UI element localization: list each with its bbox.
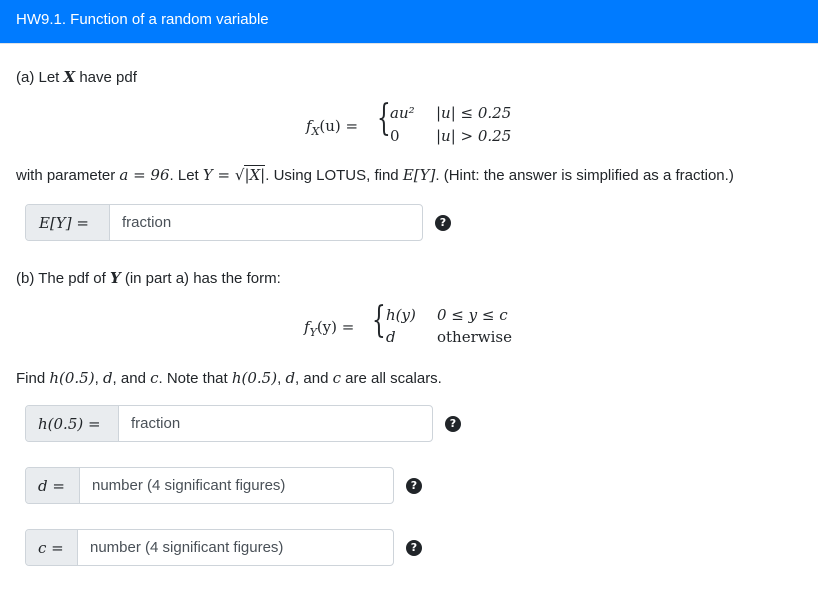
part-b-sentence-m4: h(0.5): [231, 369, 278, 387]
answer-d-label: d =: [26, 468, 80, 503]
question-title: HW9.1. Function of a random variable: [16, 11, 269, 28]
part-b-sentence-p1: Find: [16, 370, 50, 387]
part-a-intro: (a) Let X have pdf: [16, 68, 137, 86]
part-b-sentence-p6: , and: [295, 370, 333, 387]
part-a-brace: {: [377, 98, 391, 139]
part-b-sentence-m6: c: [332, 369, 341, 387]
part-a-pdf-lhs: fX(u) =: [306, 117, 359, 138]
part-a-case1-value: au²: [390, 104, 415, 122]
part-b-sentence: Find h(0.5), d, and c. Note that h(0.5),…: [16, 369, 442, 387]
part-a-intro-var: X: [63, 68, 76, 86]
part-b-intro: (b) The pdf of Y (in part a) has the for…: [16, 269, 281, 287]
answer-h-group: h(0.5) =: [25, 405, 433, 442]
part-a-sentence-p3: . Using LOTUS, find: [265, 167, 403, 184]
answer-d-group: d =: [25, 467, 394, 504]
part-a-case1-cond: |u| ≤ 0.25: [436, 104, 512, 122]
part-b-sentence-m2: d: [102, 369, 113, 387]
part-b-sentence-p3: , and: [112, 370, 151, 387]
header-divider: [0, 43, 818, 44]
answer-d-label-text: d =: [38, 477, 65, 495]
part-b-case1-cond: 0 ≤ y ≤ c: [437, 306, 508, 324]
part-b-case1-value: h(y): [386, 306, 416, 324]
answer-h-help-icon[interactable]: ?: [445, 416, 461, 432]
part-b-sentence-m5: d: [285, 369, 296, 387]
answer-c-group: c =: [25, 529, 394, 566]
question-header: HW9.1. Function of a random variable: [0, 0, 818, 43]
answer-ey-input[interactable]: [110, 205, 422, 240]
answer-c-help-icon[interactable]: ?: [406, 540, 422, 556]
part-a-sentence-m2: Y = √: [202, 166, 245, 184]
part-b-pdf-lhs: fY(y) =: [304, 318, 355, 339]
part-a-intro-suffix: have pdf: [75, 69, 137, 86]
answer-d-help-icon[interactable]: ?: [406, 478, 422, 494]
answer-c-input[interactable]: [78, 530, 393, 565]
part-a-sentence-p4: . (Hint: the answer is simplified as a f…: [435, 167, 734, 184]
part-b-intro-suffix: (in part a) has the form:: [120, 270, 281, 287]
part-b-case2-cond: otherwise: [437, 328, 512, 346]
answer-h-label-text: h(0.5) =: [38, 415, 101, 433]
answer-ey-help-icon[interactable]: ?: [435, 215, 451, 231]
part-b-intro-var: Y: [109, 269, 121, 287]
part-a-sentence-m1: a = 96: [119, 166, 170, 184]
part-b-sentence-p7: are all scalars.: [340, 370, 442, 387]
part-a-sentence-p2: . Let: [169, 167, 203, 184]
part-b-brace: {: [372, 300, 386, 341]
answer-c-label: c =: [26, 530, 78, 565]
answer-c-label-text: c =: [38, 539, 64, 557]
part-b-case2-value: d: [386, 328, 396, 346]
answer-h-label: h(0.5) =: [26, 406, 119, 441]
answer-d-input[interactable]: [80, 468, 393, 503]
part-a-sentence: with parameter a = 96. Let Y = √|X|. Usi…: [16, 165, 734, 184]
part-b-sentence-m1: h(0.5): [49, 369, 95, 387]
part-b-intro-prefix: (b) The pdf of: [16, 270, 110, 287]
part-a-sentence-p1: with parameter: [16, 167, 120, 184]
part-a-case2-cond: |u| > 0.25: [436, 127, 512, 145]
answer-ey-group: E[Y] =: [25, 204, 423, 241]
part-a-case2-value: 0: [390, 127, 400, 145]
answer-h-input[interactable]: [119, 406, 432, 441]
answer-ey-label: E[Y] =: [26, 205, 110, 240]
part-a-intro-prefix: (a) Let: [16, 69, 64, 86]
part-a-sentence-m3: E[Y]: [402, 166, 436, 184]
part-a-sentence-m2b: |X|: [244, 165, 266, 184]
part-b-sentence-p4: . Note that: [158, 370, 232, 387]
answer-ey-label-text: E[Y] =: [39, 214, 89, 232]
part-b-sentence-p2: ,: [94, 370, 103, 387]
